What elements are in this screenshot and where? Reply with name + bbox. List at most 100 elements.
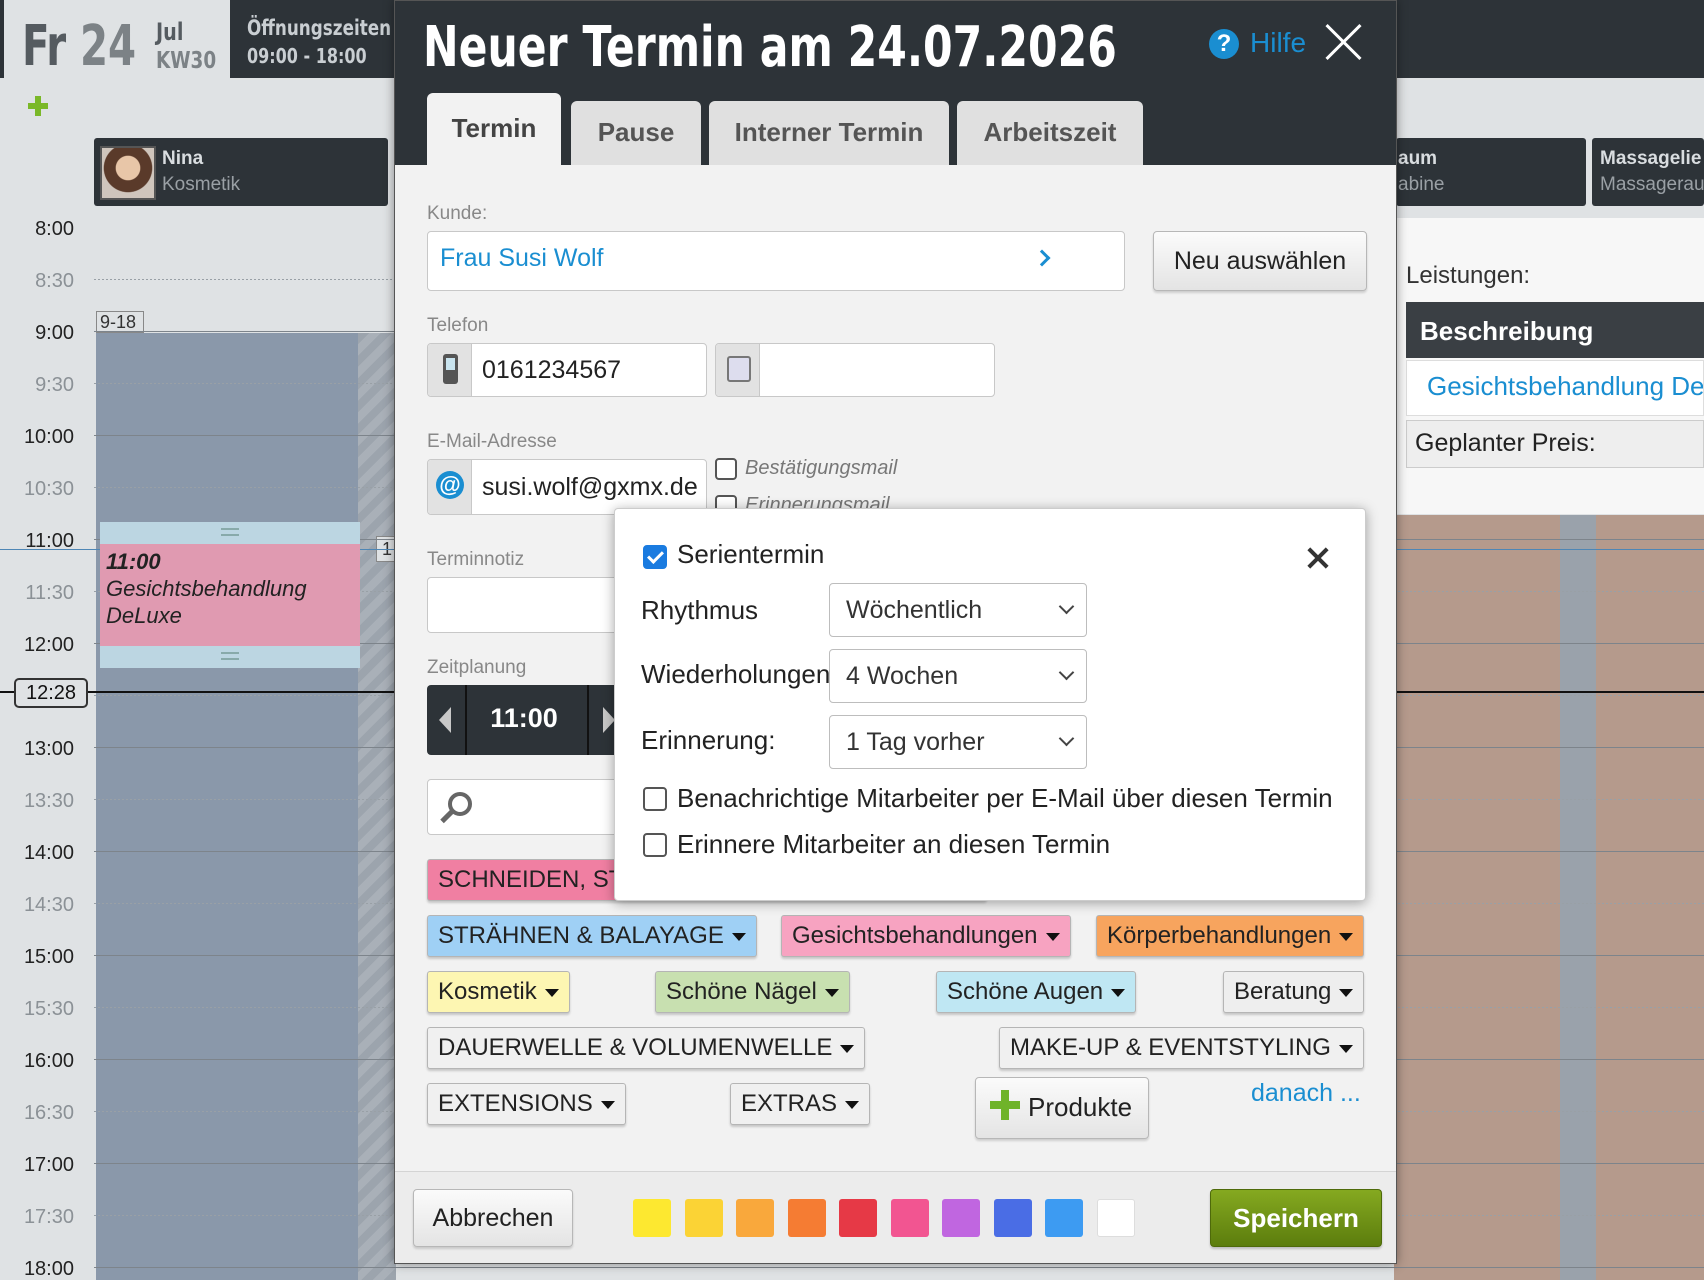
- help-link[interactable]: Hilfe: [1250, 27, 1306, 59]
- email-label: E-Mail-Adresse: [427, 431, 557, 452]
- search-icon: [440, 792, 472, 824]
- resize-handle-top[interactable]: [100, 522, 360, 544]
- customer-label: Kunde:: [427, 203, 488, 224]
- close-icon[interactable]: [1323, 21, 1365, 63]
- dialog-title: Neuer Termin am 24.07.2026: [423, 15, 1117, 80]
- caret-down-icon: [840, 1044, 855, 1053]
- series-checkbox[interactable]: [643, 545, 667, 569]
- confirmation-mail-label: Bestätigungsmail: [745, 457, 898, 479]
- add-staff-plus-icon[interactable]: [26, 94, 50, 118]
- email-icon-cell: @: [428, 460, 472, 514]
- series-label: Serientermin: [677, 539, 825, 569]
- planned-price-label: Geplanter Preis:: [1406, 420, 1704, 468]
- day-name: Fr: [22, 14, 66, 79]
- time-picker: 11:00: [427, 685, 627, 755]
- rhythm-label: Rhythmus: [641, 595, 759, 625]
- category-body[interactable]: Körperbehandlungen: [1096, 915, 1365, 957]
- time-label: 8:30: [35, 270, 74, 292]
- rhythm-select[interactable]: Wöchentlich: [829, 583, 1087, 637]
- time-value[interactable]: 11:00: [469, 703, 579, 734]
- email-field[interactable]: @ susi.wolf@gxmx.de: [427, 459, 707, 515]
- notify-staff-checkbox[interactable]: [643, 787, 667, 811]
- service-row[interactable]: Gesichtsbehandlung De: [1406, 360, 1704, 416]
- repeat-select[interactable]: 4 Wochen: [829, 649, 1087, 703]
- caret-down-icon: [1111, 988, 1126, 997]
- category-extensions[interactable]: EXTENSIONS: [427, 1083, 626, 1125]
- color-swatch[interactable]: [736, 1199, 774, 1237]
- after-link[interactable]: danach ...: [1251, 1079, 1361, 1108]
- time-label: 16:00: [23, 1050, 74, 1072]
- save-button[interactable]: Speichern: [1210, 1189, 1382, 1247]
- category-makeup[interactable]: MAKE-UP & EVENTSTYLING: [999, 1027, 1364, 1069]
- customer-field[interactable]: Frau Susi Wolf: [427, 231, 1125, 291]
- services-label: Leistungen:: [1406, 262, 1531, 289]
- time-label: 10:00: [23, 426, 74, 448]
- caret-down-icon: [1339, 932, 1354, 941]
- color-swatch[interactable]: [942, 1199, 980, 1237]
- caret-down-icon: [824, 988, 839, 997]
- category-highlights[interactable]: STRÄHNEN & BALAYAGE: [427, 915, 757, 957]
- category-cosmetics[interactable]: Kosmetik: [427, 971, 570, 1013]
- staff-name: Massagelie: [1600, 148, 1702, 169]
- category-nails[interactable]: Schöne Nägel: [655, 971, 850, 1013]
- category-extras[interactable]: EXTRAS: [730, 1083, 871, 1125]
- color-swatch[interactable]: [633, 1199, 671, 1237]
- chevron-down-icon: [1058, 730, 1075, 747]
- staff-column-nina[interactable]: [96, 333, 358, 1280]
- landline-field[interactable]: [715, 343, 995, 397]
- cancel-button[interactable]: Abbrechen: [413, 1189, 573, 1247]
- color-swatch[interactable]: [1045, 1199, 1083, 1237]
- color-swatch[interactable]: [787, 1199, 826, 1237]
- remind-staff-label: Erinnere Mitarbeiter an diesen Termin: [677, 829, 1111, 859]
- at-sign-icon: @: [436, 471, 464, 499]
- time-label: 12:00: [23, 634, 74, 656]
- category-label: SCHNEIDEN, ST: [438, 866, 624, 893]
- category-perm[interactable]: DAUERWELLE & VOLUMENWELLE: [427, 1027, 866, 1069]
- time-label: 9:00: [35, 322, 74, 344]
- caret-down-icon: [1339, 988, 1354, 997]
- appointment-body[interactable]: 11:00 Gesichtsbehandlung DeLuxe: [100, 544, 360, 646]
- week-label: KW30: [156, 48, 217, 74]
- caret-down-icon: [1045, 932, 1060, 941]
- staff-name: aum: [1398, 148, 1438, 169]
- products-button[interactable]: Produkte: [975, 1077, 1149, 1139]
- category-eyes[interactable]: Schöne Augen: [936, 971, 1137, 1013]
- category-label: STRÄHNEN & BALAYAGE: [438, 922, 724, 949]
- landline-icon-cell: [716, 344, 760, 396]
- confirmation-mail-checkbox[interactable]: [715, 458, 737, 480]
- time-label: 11:30: [25, 582, 74, 604]
- arrow-left-icon: [439, 707, 451, 733]
- mobile-phone-field[interactable]: 0161234567: [427, 343, 707, 397]
- color-swatch[interactable]: [684, 1199, 723, 1237]
- time-label: 10:30: [23, 478, 74, 500]
- staff-avatar: [100, 146, 156, 200]
- staff-column-room[interactable]: [1394, 515, 1704, 1280]
- close-icon[interactable]: [1305, 545, 1331, 571]
- category-label: Körperbehandlungen: [1107, 922, 1332, 949]
- tab-internal[interactable]: Interner Termin: [709, 101, 949, 165]
- tab-termin[interactable]: Termin: [427, 93, 561, 165]
- notify-staff-label: Benachrichtige Mitarbeiter per E-Mail üb…: [677, 783, 1333, 813]
- category-facial[interactable]: Gesichtsbehandlungen: [781, 915, 1071, 957]
- category-label: EXTENSIONS: [438, 1090, 593, 1117]
- time-prev-button[interactable]: [427, 685, 467, 755]
- planning-label: Zeitplanung: [427, 657, 527, 678]
- category-consulting[interactable]: Beratung: [1223, 971, 1365, 1013]
- color-swatch[interactable]: [890, 1199, 929, 1237]
- reminder-select[interactable]: 1 Tag vorher: [829, 715, 1087, 769]
- reselect-customer-button[interactable]: Neu auswählen: [1153, 231, 1367, 291]
- time-label: 17:30: [23, 1206, 74, 1228]
- tab-pause[interactable]: Pause: [571, 101, 701, 165]
- category-label: Gesichtsbehandlungen: [792, 922, 1038, 949]
- help-icon[interactable]: ?: [1209, 29, 1239, 59]
- staff-role: abine: [1398, 174, 1445, 195]
- time-label: 13:30: [23, 790, 74, 812]
- appointment-block[interactable]: 11:00 Gesichtsbehandlung DeLuxe: [100, 522, 360, 668]
- remind-staff-checkbox[interactable]: [643, 833, 667, 857]
- color-swatch[interactable]: [1096, 1199, 1135, 1237]
- tab-worktime[interactable]: Arbeitszeit: [957, 101, 1143, 165]
- color-swatch[interactable]: [993, 1199, 1032, 1237]
- resize-handle-bottom[interactable]: [100, 646, 360, 668]
- color-swatch[interactable]: [839, 1199, 877, 1237]
- staff-card-massage[interactable]: Massagelie Massagerau: [1592, 138, 1704, 206]
